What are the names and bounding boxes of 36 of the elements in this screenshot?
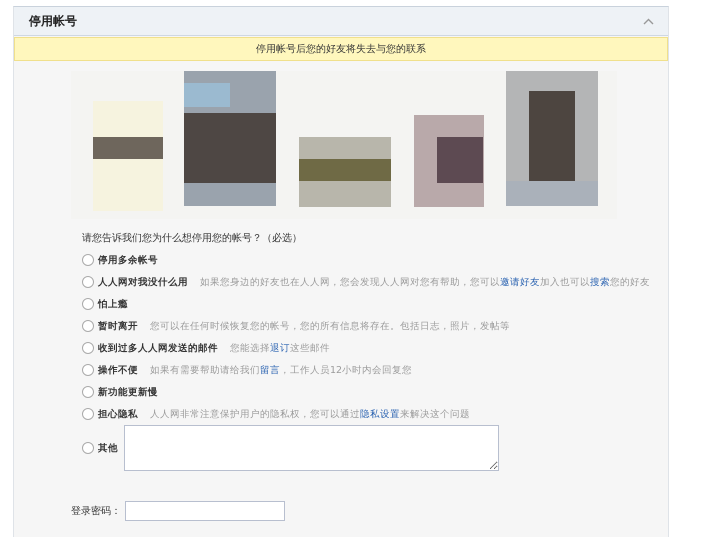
reason-label[interactable]: 收到过多人人网发送的邮件: [98, 342, 218, 354]
radio-button[interactable]: [82, 254, 94, 266]
reason-hint: 您能选择退订这些邮件: [230, 342, 330, 354]
radio-button[interactable]: [82, 386, 94, 398]
reason-label[interactable]: 操作不便: [98, 364, 138, 376]
reason-label[interactable]: 停用多余帐号: [98, 254, 158, 266]
question-text: 请您告诉我们您为什么想停用您的帐号？（必选）: [82, 232, 303, 245]
reason-label[interactable]: 新功能更新慢: [98, 386, 158, 398]
hint-link[interactable]: 留言: [260, 364, 280, 376]
radio-button[interactable]: [82, 276, 94, 288]
radio-button[interactable]: [82, 298, 94, 310]
reason-label[interactable]: 暂时离开: [98, 320, 138, 332]
radio-button[interactable]: [82, 342, 94, 354]
radio-button[interactable]: [82, 364, 94, 376]
radio-button[interactable]: [82, 442, 94, 454]
chevron-icon[interactable]: [643, 18, 654, 24]
reason-hint: 如果有需要帮助请给我们 留言，工作人员12小时内会回复您: [150, 364, 412, 376]
reason-label[interactable]: 其他: [98, 442, 118, 454]
password-label: 登录密码：: [71, 504, 121, 518]
hint-link[interactable]: 邀请好友: [500, 276, 540, 288]
radio-button[interactable]: [82, 408, 94, 420]
notice-banner: 停用帐号后您的好友将失去与您的联系: [14, 37, 668, 61]
reason-label[interactable]: 担心隐私: [98, 408, 138, 420]
hint-link[interactable]: 搜索: [590, 276, 610, 288]
hint-link[interactable]: 退订: [270, 342, 290, 354]
reason-hint: 您可以在任何时候恢复您的帐号，您的所有信息将存在。包括日志，照片，发帖等: [150, 320, 510, 332]
panel-header[interactable]: 停用帐号: [14, 7, 668, 36]
reason-label[interactable]: 怕上瘾: [98, 298, 128, 310]
hint-link[interactable]: 隐私设置: [360, 408, 400, 420]
password-field[interactable]: [125, 501, 285, 521]
reason-label[interactable]: 人人网对我没什么用: [98, 276, 188, 288]
radio-button[interactable]: [82, 320, 94, 332]
other-reason-field[interactable]: [124, 425, 499, 471]
reason-hint: 人人网非常注意保护用户的隐私权，您可以通过隐私设置来解决这个问题: [150, 408, 470, 420]
panel-title: 停用帐号: [29, 12, 77, 30]
reason-hint: 如果您身边的好友也在人人网，您会发现人人网对您有帮助，您可以邀请好友加入也可以搜索您的好友: [200, 276, 650, 288]
